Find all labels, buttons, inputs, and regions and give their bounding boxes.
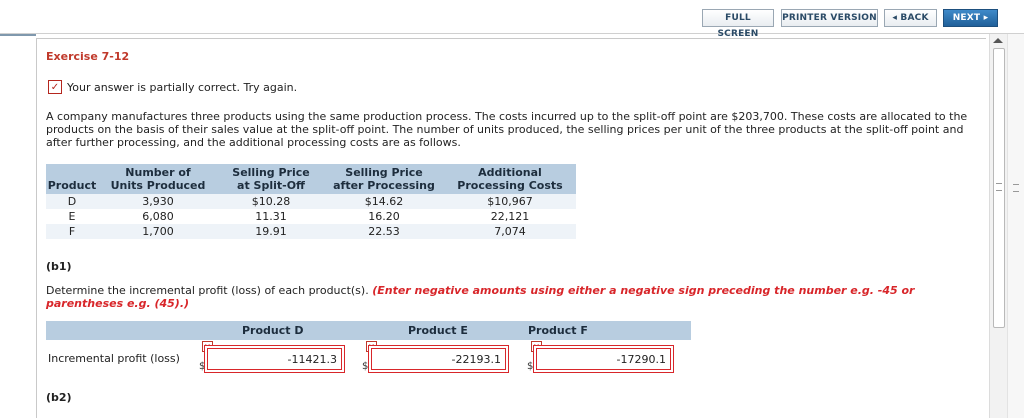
cell-after-price: 16.20 [324,209,444,224]
product-f-profit-input[interactable] [536,348,671,370]
part-b2-label: (b2) [46,391,72,404]
cell-units: 3,930 [98,194,218,209]
currency-symbol: $ [527,361,534,372]
inner-scrollbar[interactable] [989,34,1007,418]
cell-product: F [46,224,98,239]
cell-additional-cost: 7,074 [444,224,576,239]
header-additional-costs: Additional Processing Costs [444,164,576,194]
cell-split-price: 19.91 [218,224,324,239]
cell-product: D [46,194,98,209]
full-screen-button[interactable]: FULL SCREEN [702,9,774,39]
header-product: Product [46,164,98,194]
cell-split-price: 11.31 [218,209,324,224]
outer-scrollbar[interactable] [1007,34,1024,418]
product-d-profit-input[interactable] [207,348,342,370]
table-row: E 6,080 11.31 16.20 22,121 [46,209,576,224]
exercise-title: Exercise 7-12 [46,50,130,63]
outer-scroll-grip-icon [1013,184,1019,192]
cell-additional-cost: $10,967 [444,194,576,209]
cell-split-price: $10.28 [218,194,324,209]
cell-after-price: $14.62 [324,194,444,209]
scroll-thumb[interactable] [993,48,1005,328]
part-b1-label: (b1) [46,260,72,273]
header-units: Number of Units Produced [98,164,218,194]
cell-units: 6,080 [98,209,218,224]
top-toolbar: FULL SCREEN PRINTER VERSION ◂ BACK NEXT … [0,0,1024,39]
problem-statement: A company manufactures three products us… [46,110,968,149]
answer-status: ✓ Your answer is partially correct. Try … [48,80,297,94]
table-row: F 1,700 19.91 22.53 7,074 [46,224,576,239]
product-e-profit-input[interactable] [371,348,506,370]
currency-symbol: $ [199,361,206,372]
answer-row-label: Incremental profit (loss) [48,352,180,365]
scroll-up-arrow-icon[interactable] [993,38,1003,43]
printer-version-button[interactable]: PRINTER VERSION [781,9,878,27]
cell-additional-cost: 22,121 [444,209,576,224]
header-split-price: Selling Price at Split-Off [218,164,324,194]
cell-units: 1,700 [98,224,218,239]
instruction-text: Determine the incremental profit (loss) … [46,284,369,297]
back-button[interactable]: ◂ BACK [884,9,937,27]
answer-col-product-e: Product E [408,324,468,337]
header-after-price: Selling Price after Processing [324,164,444,194]
partially-correct-icon: ✓ [48,80,62,94]
part-b1-instruction: Determine the incremental profit (loss) … [46,284,946,310]
left-strip-divider [0,34,36,36]
currency-symbol: $ [362,361,369,372]
status-text: Your answer is partially correct. Try ag… [67,80,298,94]
scroll-grip-icon [996,183,1002,191]
table-row: D 3,930 $10.28 $14.62 $10,967 [46,194,576,209]
product-data-table: Product Number of Units Produced Selling … [46,164,576,239]
answer-col-product-d: Product D [242,324,304,337]
left-strip [0,34,36,418]
next-button[interactable]: NEXT ▸ [943,9,998,27]
answer-col-product-f: Product F [528,324,588,337]
cell-after-price: 22.53 [324,224,444,239]
cell-product: E [46,209,98,224]
answer-table-header: Product D Product E Product F [46,321,691,340]
